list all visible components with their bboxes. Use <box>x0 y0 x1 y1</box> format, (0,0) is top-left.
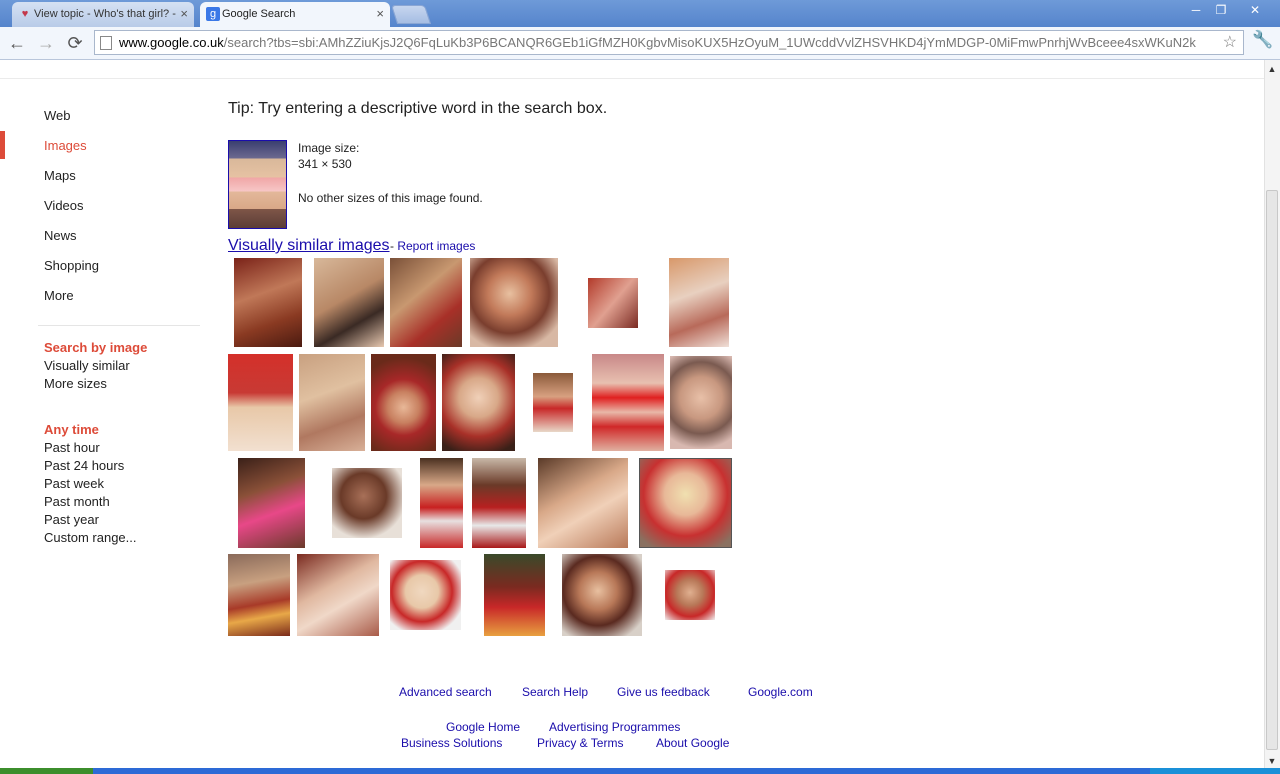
browser-title-bar: ♥ View topic - Who's that girl? - × g Go… <box>0 0 1280 27</box>
filter-custom-range[interactable]: Custom range... <box>44 530 137 545</box>
google-favicon-icon: g <box>206 7 220 21</box>
nav-web[interactable]: Web <box>44 108 71 123</box>
footer-advanced-search[interactable]: Advanced search <box>399 685 492 699</box>
similar-image[interactable] <box>670 356 732 449</box>
similar-image[interactable] <box>299 354 365 451</box>
similar-image[interactable] <box>420 458 463 548</box>
search-results-page: Web Images Maps Videos News Shopping Mor… <box>0 60 1264 768</box>
footer-advertising[interactable]: Advertising Programmes <box>549 720 680 734</box>
similar-image[interactable] <box>588 278 638 328</box>
scroll-up-arrow-icon[interactable]: ▲ <box>1266 62 1278 76</box>
similar-image[interactable] <box>562 554 642 636</box>
tab-google-search[interactable]: g Google Search × <box>200 2 390 27</box>
similar-image[interactable] <box>639 458 732 548</box>
similar-image[interactable] <box>371 354 436 451</box>
os-taskbar <box>0 768 1280 774</box>
similar-image[interactable] <box>484 554 545 636</box>
similar-image[interactable] <box>533 373 573 432</box>
filter-past-24-hours[interactable]: Past 24 hours <box>44 458 124 473</box>
filter-past-month[interactable]: Past month <box>44 494 110 509</box>
tab-title: View topic - Who's that girl? - <box>34 8 176 20</box>
similar-image[interactable] <box>332 468 402 538</box>
wrench-icon[interactable]: 🔧 <box>1252 30 1273 50</box>
browser-toolbar: ← → ⟳ www.google.co.uk/search?tbs=sbi:AM… <box>0 27 1280 60</box>
close-window-icon[interactable]: ✕ <box>1242 2 1268 19</box>
similar-image[interactable] <box>665 570 715 620</box>
image-size-value: 341 × 530 <box>298 157 352 171</box>
similar-image[interactable] <box>234 258 302 347</box>
similar-image[interactable] <box>669 258 729 347</box>
tab-title: Google Search <box>222 8 296 20</box>
filter-more-sizes[interactable]: More sizes <box>44 376 107 391</box>
footer-google-com[interactable]: Google.com <box>748 685 813 699</box>
footer-google-home[interactable]: Google Home <box>446 720 520 734</box>
similar-image[interactable] <box>538 458 628 548</box>
scrollbar-thumb[interactable] <box>1266 190 1278 750</box>
forward-arrow-icon[interactable]: → <box>34 31 58 55</box>
nav-maps[interactable]: Maps <box>44 168 76 183</box>
query-image-thumbnail[interactable] <box>228 140 287 229</box>
footer-search-help[interactable]: Search Help <box>522 685 588 699</box>
similar-image[interactable] <box>228 354 293 451</box>
nav-videos[interactable]: Videos <box>44 198 84 213</box>
filter-visually-similar[interactable]: Visually similar <box>44 358 130 373</box>
footer-privacy-terms[interactable]: Privacy & Terms <box>537 736 623 750</box>
close-tab-icon[interactable]: × <box>376 2 384 26</box>
search-by-image-heading[interactable]: Search by image <box>44 340 147 355</box>
selected-indicator <box>0 131 5 159</box>
page-icon <box>100 36 112 50</box>
similar-image[interactable] <box>592 354 664 451</box>
similar-image[interactable] <box>390 560 461 630</box>
reload-icon[interactable]: ⟳ <box>63 31 87 55</box>
tab-view-topic[interactable]: ♥ View topic - Who's that girl? - × <box>12 2 194 27</box>
similar-image[interactable] <box>470 258 558 347</box>
filter-past-year[interactable]: Past year <box>44 512 99 527</box>
visually-similar-images-link[interactable]: Visually similar images <box>228 237 390 255</box>
footer-give-feedback[interactable]: Give us feedback <box>617 685 710 699</box>
nav-images[interactable]: Images <box>44 138 87 153</box>
url-path: /search?tbs=sbi:AMhZZiuKjsJ2Q6FqLuKb3P6B… <box>223 35 1196 50</box>
report-images-link[interactable]: Report images <box>397 239 475 253</box>
filter-past-hour[interactable]: Past hour <box>44 440 100 455</box>
similar-image[interactable] <box>472 458 526 548</box>
similar-image[interactable] <box>238 458 305 548</box>
similar-image[interactable] <box>228 554 290 636</box>
nav-divider <box>38 325 200 326</box>
any-time-heading[interactable]: Any time <box>44 422 99 437</box>
similar-image[interactable] <box>314 258 384 347</box>
similar-image[interactable] <box>297 554 379 636</box>
new-tab-button[interactable] <box>390 5 432 24</box>
similar-image[interactable] <box>390 258 462 347</box>
image-size-label: Image size: <box>298 141 360 155</box>
restore-icon[interactable]: ❐ <box>1208 2 1234 19</box>
scroll-down-arrow-icon[interactable]: ▼ <box>1266 754 1278 768</box>
bookmark-star-icon[interactable]: ☆ <box>1223 31 1237 54</box>
url-host: www.google.co.uk <box>119 35 224 50</box>
close-tab-icon[interactable]: × <box>180 2 188 26</box>
nav-shopping[interactable]: Shopping <box>44 258 99 273</box>
filter-past-week[interactable]: Past week <box>44 476 104 491</box>
footer-about-google[interactable]: About Google <box>656 736 729 750</box>
minimize-icon[interactable]: ─ <box>1183 2 1209 19</box>
search-tip: Tip: Try entering a descriptive word in … <box>228 100 608 117</box>
footer-business-solutions[interactable]: Business Solutions <box>401 736 502 750</box>
back-arrow-icon[interactable]: ← <box>5 31 29 55</box>
similar-image[interactable] <box>442 354 515 451</box>
report-images-wrapper: - Report images <box>390 239 475 253</box>
heart-favicon-icon: ♥ <box>21 8 29 20</box>
nav-more[interactable]: More <box>44 288 74 303</box>
no-other-sizes-text: No other sizes of this image found. <box>298 191 483 205</box>
header-divider <box>0 78 1264 79</box>
address-bar[interactable]: www.google.co.uk/search?tbs=sbi:AMhZZiuK… <box>94 30 1244 55</box>
nav-news[interactable]: News <box>44 228 77 243</box>
